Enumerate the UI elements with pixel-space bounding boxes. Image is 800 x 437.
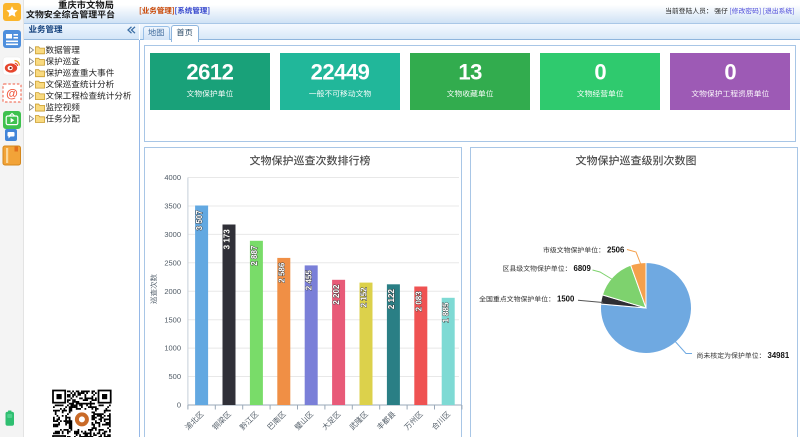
svg-text:2 122: 2 122 bbox=[387, 289, 396, 310]
svg-text:22449: 22449 bbox=[311, 60, 370, 85]
svg-text:1000: 1000 bbox=[164, 344, 181, 353]
svg-text:1 885: 1 885 bbox=[442, 302, 451, 323]
svg-text:3000: 3000 bbox=[164, 230, 181, 239]
svg-text:2 202: 2 202 bbox=[332, 284, 341, 305]
svg-text:4000: 4000 bbox=[164, 173, 181, 182]
svg-text:3500: 3500 bbox=[164, 202, 181, 211]
svg-text:2000: 2000 bbox=[164, 287, 181, 296]
svg-text:13: 13 bbox=[458, 60, 482, 85]
svg-text:@: @ bbox=[6, 87, 18, 101]
svg-text:500: 500 bbox=[168, 372, 181, 381]
svg-text:0: 0 bbox=[724, 60, 736, 85]
svg-text:2 586: 2 586 bbox=[277, 262, 286, 283]
svg-text:2 083: 2 083 bbox=[414, 291, 423, 312]
svg-text:0: 0 bbox=[177, 401, 181, 410]
svg-text:1500: 1500 bbox=[557, 295, 575, 304]
svg-text:2506: 2506 bbox=[607, 246, 625, 255]
svg-text:1500: 1500 bbox=[164, 315, 181, 324]
svg-text:34981: 34981 bbox=[768, 351, 790, 360]
svg-text:2612: 2612 bbox=[186, 60, 233, 85]
svg-text:2 455: 2 455 bbox=[305, 270, 314, 291]
svg-text:2 152: 2 152 bbox=[360, 287, 369, 308]
svg-text:6809: 6809 bbox=[574, 264, 592, 273]
svg-text:3 173: 3 173 bbox=[223, 229, 232, 250]
svg-text:3 507: 3 507 bbox=[195, 210, 204, 231]
svg-text:0: 0 bbox=[594, 60, 606, 85]
svg-text:2500: 2500 bbox=[164, 258, 181, 267]
svg-text:2 887: 2 887 bbox=[250, 245, 259, 266]
